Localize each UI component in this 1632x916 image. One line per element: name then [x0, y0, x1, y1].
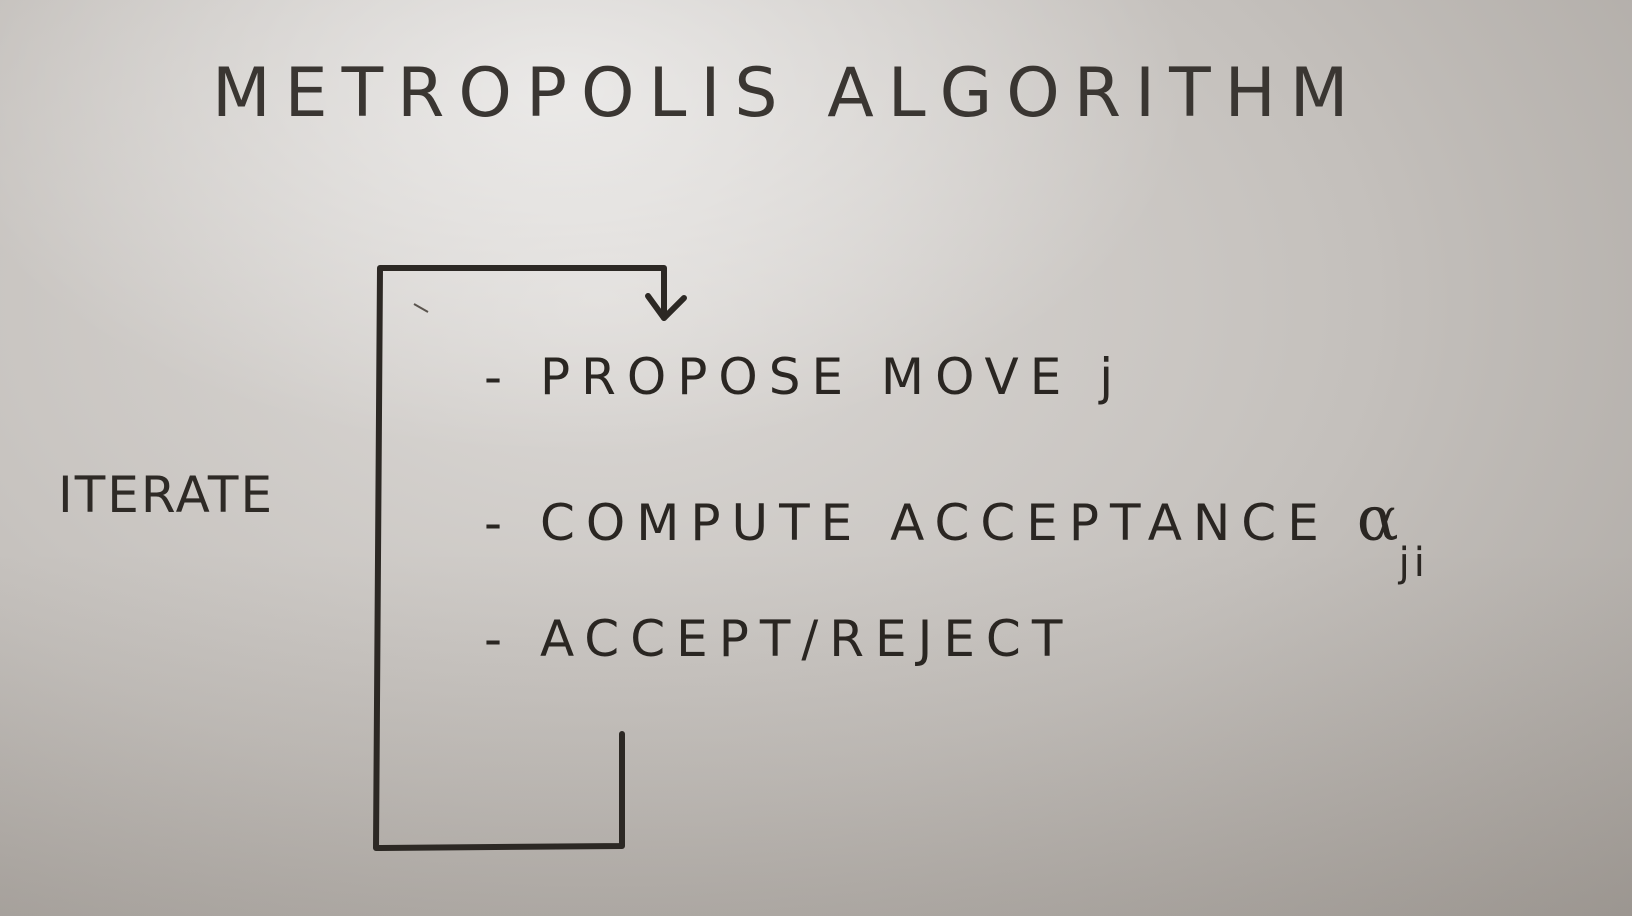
step-compute-acceptance: - COMPUTE ACCEPTANCE αji — [484, 488, 1429, 584]
step-text: ACCEPT/REJECT — [539, 610, 1074, 668]
step-propose-move: - PROPOSE MOVE j — [484, 352, 1124, 402]
loop-label: ITERATE — [58, 466, 275, 524]
alpha-symbol: α — [1356, 482, 1399, 555]
step-accept-reject: - ACCEPT/REJECT — [484, 614, 1073, 664]
iteration-loop-arrow — [373, 265, 687, 851]
step-bullet: - — [484, 348, 514, 406]
step-bullet: - — [484, 610, 514, 668]
step-text: PROPOSE MOVE j — [539, 348, 1125, 406]
tick-mark — [413, 303, 429, 313]
alpha-subscript: ji — [1398, 540, 1429, 586]
step-bullet: - — [484, 494, 514, 552]
step-text: COMPUTE ACCEPTANCE — [539, 494, 1330, 552]
